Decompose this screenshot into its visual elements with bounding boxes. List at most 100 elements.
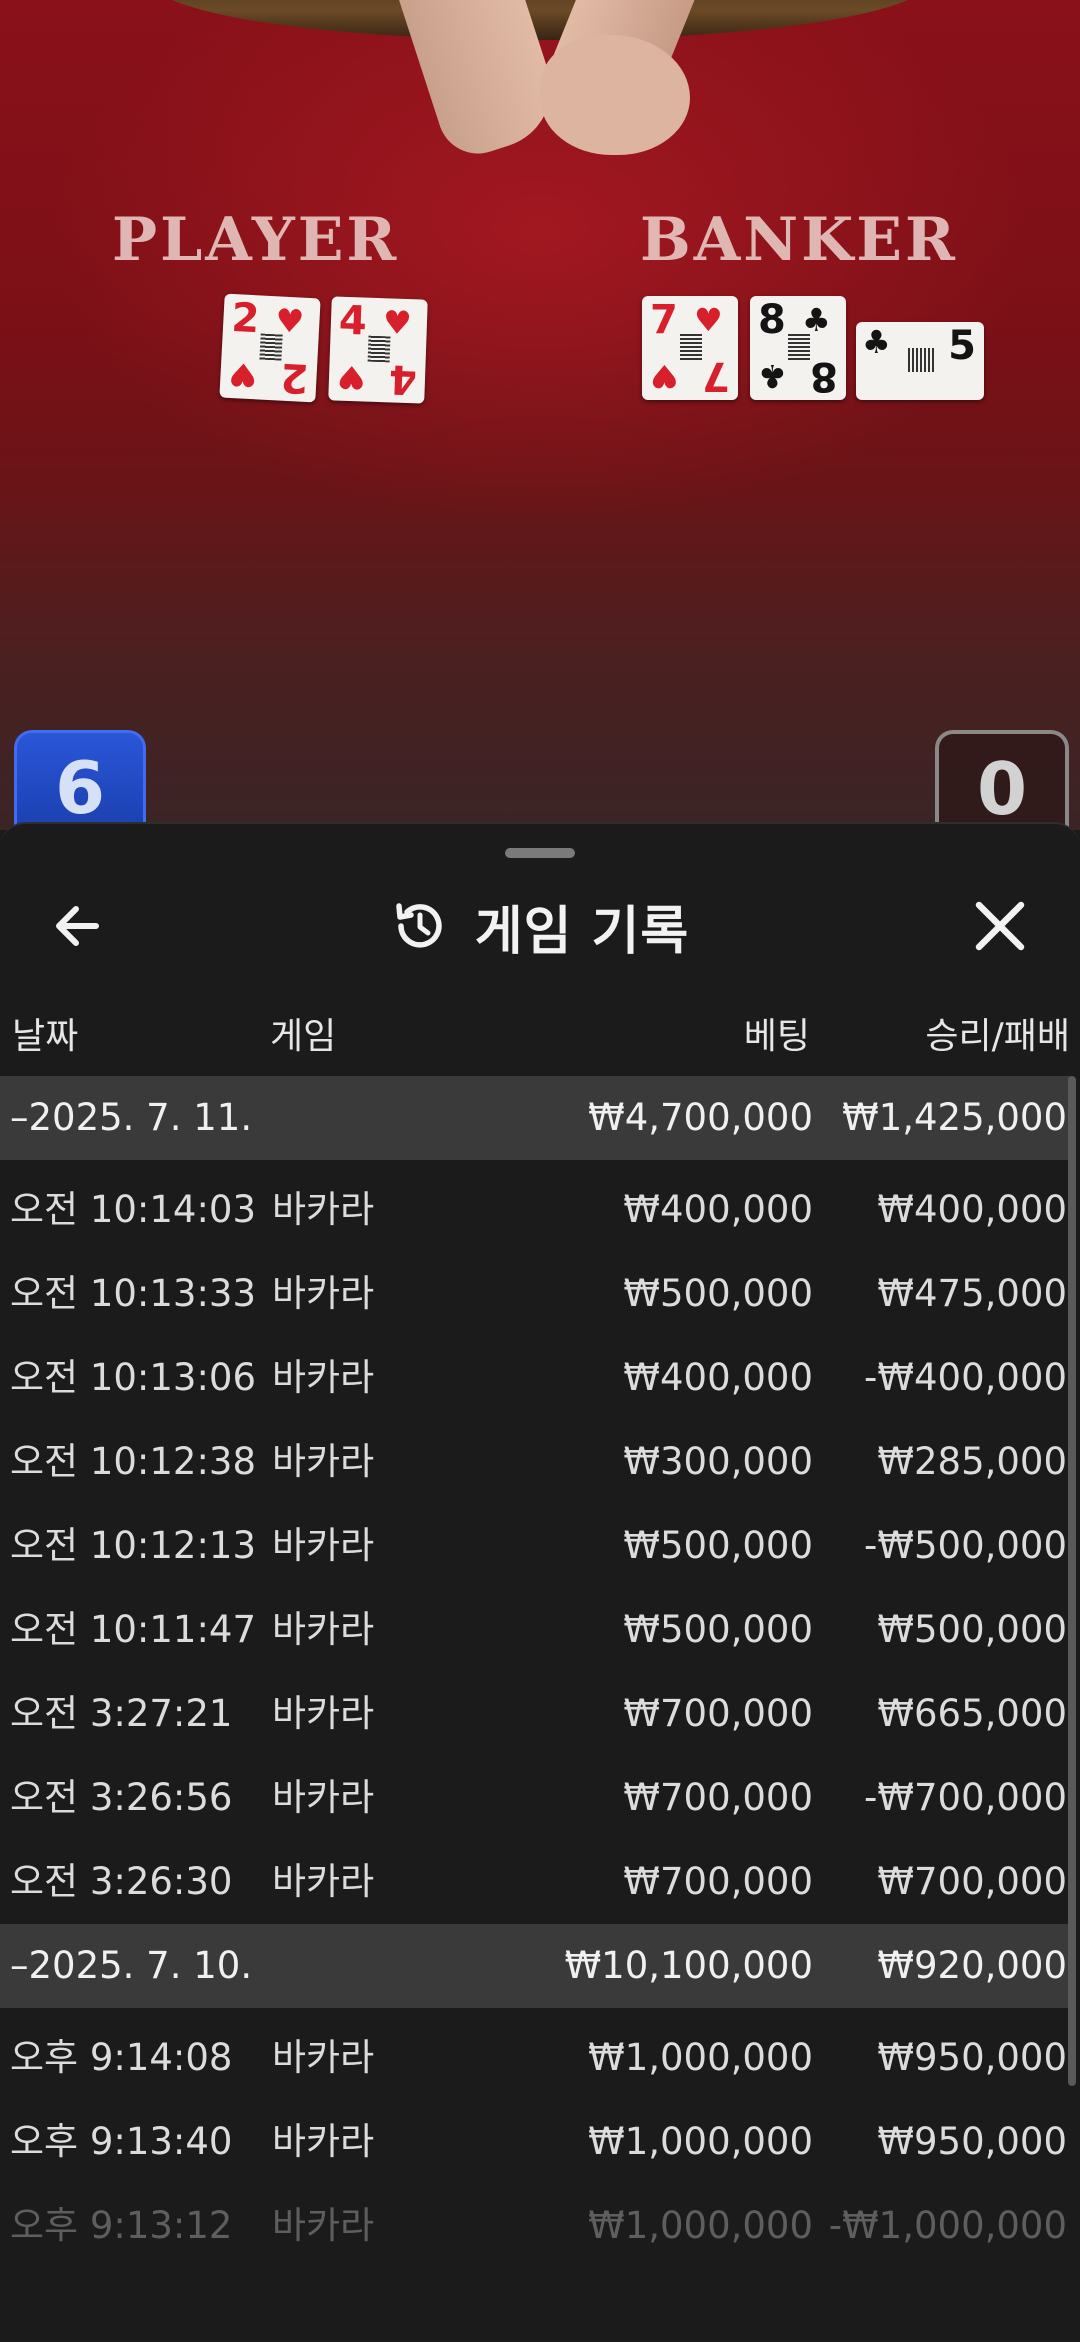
- group-date: –2025. 7. 10.: [10, 1944, 253, 1987]
- row-game: 바카라: [272, 1188, 375, 1231]
- row-time: 오전 3:27:21: [10, 1692, 233, 1735]
- row-result: ₩475,000: [877, 1272, 1067, 1315]
- close-button[interactable]: [960, 886, 1040, 966]
- banker-card-2: 8 ♣ ♣ 8: [750, 296, 846, 400]
- heart-suit-icon: ♥: [650, 357, 679, 395]
- live-table-view: PLAYER BANKER 2 ♥ ♥ 2 4 ♥ ♥ 4 7 ♥ ♥ 7 8 …: [0, 0, 1080, 834]
- row-result: ₩950,000: [877, 2120, 1067, 2163]
- row-game: 바카라: [272, 1776, 375, 1819]
- player-card-2: 4 ♥ ♥ 4: [328, 296, 428, 404]
- row-result: -₩1,000,000: [828, 2204, 1067, 2247]
- card-rank: 2: [279, 353, 310, 402]
- scrollbar[interactable]: [1068, 1076, 1076, 2086]
- row-game: 바카라: [272, 1356, 375, 1399]
- player-card-1: 2 ♥ ♥ 2: [219, 293, 321, 403]
- row-game: 바카라: [272, 2036, 375, 2079]
- table-row[interactable]: 오전 3:26:56 바카라 ₩700,000 -₩700,000: [0, 1756, 1070, 1840]
- row-game: 바카라: [272, 1860, 375, 1903]
- game-history-sheet: 게임 기록 날짜 게임 베팅 승리/패배 –2025. 7. 11. ₩4,70…: [0, 822, 1080, 2342]
- row-bet: ₩700,000: [623, 1776, 813, 1819]
- column-header-date: 날짜: [12, 1016, 79, 1057]
- table-row[interactable]: 오후 9:13:40 바카라 ₩1,000,000 ₩950,000: [0, 2100, 1070, 2184]
- table-row[interactable]: 오전 10:13:33 바카라 ₩500,000 ₩475,000: [0, 1252, 1070, 1336]
- row-result: ₩665,000: [877, 1692, 1067, 1735]
- row-game: 바카라: [272, 1692, 375, 1735]
- row-bet: ₩500,000: [623, 1608, 813, 1651]
- club-suit-icon: ♣: [862, 323, 891, 361]
- sheet-title: 게임 기록: [474, 901, 690, 962]
- card-rank: 4: [388, 355, 418, 403]
- table-row[interactable]: 오전 10:11:47 바카라 ₩500,000 ₩500,000: [0, 1588, 1070, 1672]
- card-rank: 8: [758, 297, 786, 343]
- row-game: 바카라: [272, 1608, 375, 1651]
- card-rank: 7: [702, 353, 730, 399]
- row-game: 바카라: [272, 2204, 375, 2247]
- dealer-hands: [540, 35, 690, 155]
- card-rank: 7: [650, 297, 678, 343]
- history-list[interactable]: –2025. 7. 11. ₩4,700,000 ₩1,425,000 오전 1…: [0, 1076, 1070, 2268]
- card-barcode: [367, 335, 391, 363]
- group-bet-total: ₩4,700,000: [588, 1096, 813, 1139]
- table-row[interactable]: 오후 9:13:12 바카라 ₩1,000,000 -₩1,000,000: [0, 2184, 1070, 2268]
- banker-label: BANKER: [640, 205, 958, 275]
- card-barcode: [908, 348, 934, 372]
- close-icon: [975, 901, 1025, 951]
- player-score-badge: 6: [14, 730, 146, 833]
- row-time: 오전 10:14:03: [10, 1188, 257, 1231]
- banker-card-3: 5 ♣: [856, 322, 984, 400]
- table-row[interactable]: 오전 10:13:06 바카라 ₩400,000 -₩400,000: [0, 1336, 1070, 1420]
- row-result: -₩400,000: [864, 1356, 1067, 1399]
- table-header: 날짜 게임 베팅 승리/패배: [0, 1002, 1080, 1072]
- row-time: 오전 10:13:06: [10, 1356, 257, 1399]
- card-rank: 2: [230, 294, 261, 343]
- group-result-total: ₩920,000: [877, 1944, 1067, 1987]
- table-row[interactable]: 오전 10:12:38 바카라 ₩300,000 ₩285,000: [0, 1420, 1070, 1504]
- row-result: ₩950,000: [877, 2036, 1067, 2079]
- group-date: –2025. 7. 11.: [10, 1096, 253, 1139]
- date-group-header[interactable]: –2025. 7. 11. ₩4,700,000 ₩1,425,000: [0, 1076, 1070, 1160]
- row-bet: ₩400,000: [623, 1356, 813, 1399]
- row-result: -₩500,000: [864, 1524, 1067, 1567]
- row-time: 오전 10:12:13: [10, 1524, 257, 1567]
- row-result: ₩700,000: [877, 1860, 1067, 1903]
- card-barcode: [259, 333, 283, 361]
- row-result: ₩500,000: [877, 1608, 1067, 1651]
- row-game: 바카라: [272, 1524, 375, 1567]
- player-label: PLAYER: [112, 205, 400, 275]
- row-bet: ₩300,000: [623, 1440, 813, 1483]
- table-row[interactable]: 오전 3:27:21 바카라 ₩700,000 ₩665,000: [0, 1672, 1070, 1756]
- column-header-bet: 베팅: [743, 1016, 810, 1057]
- row-time: 오후 9:13:40: [10, 2120, 233, 2163]
- row-time: 오전 3:26:56: [10, 1776, 233, 1819]
- table-row[interactable]: 오후 9:14:08 바카라 ₩1,000,000 ₩950,000: [0, 2016, 1070, 2100]
- row-bet: ₩1,000,000: [588, 2120, 813, 2163]
- row-time: 오전 10:12:38: [10, 1440, 257, 1483]
- card-barcode: [788, 334, 810, 360]
- row-bet: ₩700,000: [623, 1692, 813, 1735]
- group-bet-total: ₩10,100,000: [564, 1944, 813, 1987]
- sheet-header: 게임 기록: [0, 886, 1080, 966]
- row-bet: ₩700,000: [623, 1860, 813, 1903]
- row-bet: ₩1,000,000: [588, 2036, 813, 2079]
- heart-suit-icon: ♥: [336, 357, 367, 397]
- row-bet: ₩1,000,000: [588, 2204, 813, 2247]
- row-time: 오전 10:11:47: [10, 1608, 257, 1651]
- row-time: 오전 3:26:30: [10, 1860, 233, 1903]
- date-group-header[interactable]: –2025. 7. 10. ₩10,100,000 ₩920,000: [0, 1924, 1070, 2008]
- card-rank: 5: [948, 323, 976, 369]
- club-suit-icon: ♣: [758, 357, 787, 395]
- card-rank: 4: [338, 297, 368, 345]
- table-row[interactable]: 오전 10:14:03 바카라 ₩400,000 ₩400,000: [0, 1168, 1070, 1252]
- row-time: 오전 10:13:33: [10, 1272, 257, 1315]
- row-game: 바카라: [272, 1440, 375, 1483]
- table-row[interactable]: 오전 10:12:13 바카라 ₩500,000 -₩500,000: [0, 1504, 1070, 1588]
- history-icon: [396, 903, 442, 948]
- banker-score-badge: 0: [935, 730, 1069, 834]
- row-result: ₩285,000: [877, 1440, 1067, 1483]
- row-game: 바카라: [272, 1272, 375, 1315]
- sheet-drag-handle[interactable]: [505, 848, 575, 858]
- column-header-game: 게임: [270, 1016, 337, 1057]
- row-time: 오후 9:14:08: [10, 2036, 233, 2079]
- heart-suit-icon: ♥: [227, 354, 259, 395]
- table-row[interactable]: 오전 3:26:30 바카라 ₩700,000 ₩700,000: [0, 1840, 1070, 1924]
